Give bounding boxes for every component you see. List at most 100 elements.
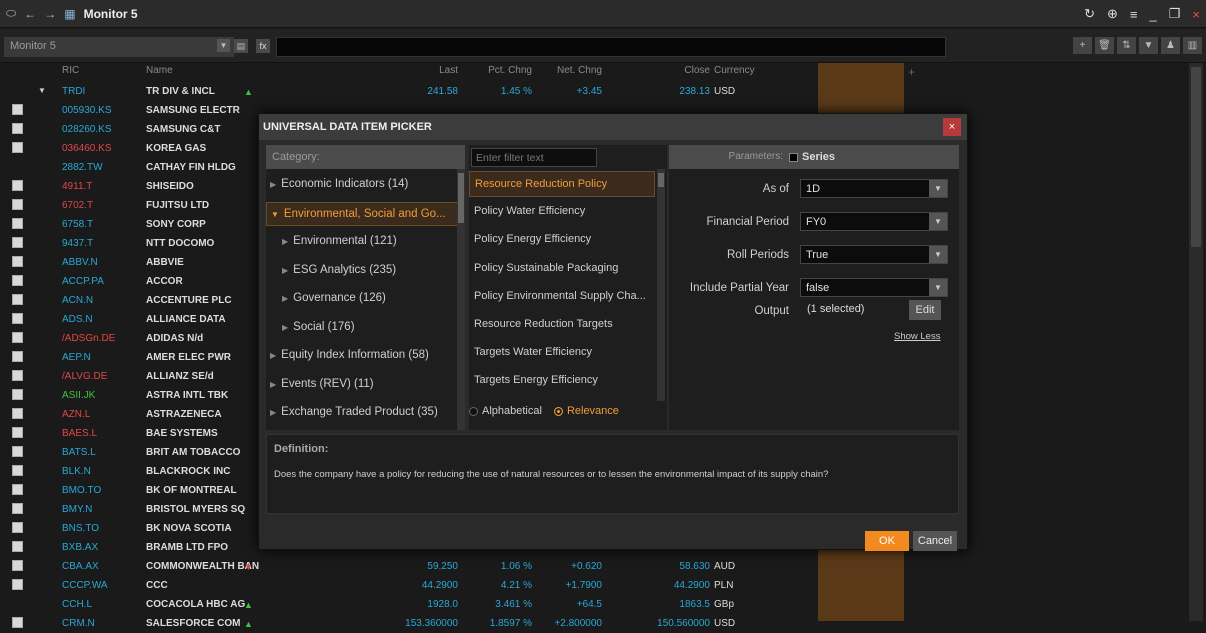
data-item[interactable]: Targets Energy Efficiency [469,368,655,394]
fx-icon[interactable]: fx [256,39,270,53]
table-row[interactable]: CBA.AX COMMONWEALTH BAN ▼ 59.250 1.06 % +0.62… [0,557,960,576]
header-name[interactable]: Name [146,65,173,76]
caret-down-icon[interactable]: ▼ [271,210,279,219]
ric-cell[interactable]: 6758.T [62,219,93,230]
caret-right-icon[interactable]: ▶ [282,237,288,246]
series-checkbox[interactable] [789,153,798,162]
vertical-scrollbar[interactable] [1189,63,1203,621]
category-item[interactable]: ▶ Events (REV) (11) [266,373,458,397]
caret-right-icon[interactable]: ▶ [282,266,288,275]
ric-cell[interactable]: BNS.TO [62,523,99,534]
table-row[interactable]: CCCP.WA CCC 44.2900 4.21 % +1.7900 44.2900 PLN [0,576,960,595]
ric-cell[interactable]: BATS.L [62,447,96,458]
back-arrow-icon[interactable]: ← [24,7,36,21]
restore-icon[interactable]: ❐ [1169,6,1181,22]
data-item[interactable]: Policy Environmental Supply Cha... [469,284,655,310]
ric-cell[interactable]: CRM.N [62,618,95,629]
ric-cell[interactable]: 4911.T [62,181,92,192]
chevron-down-icon[interactable]: ▼ [929,246,947,263]
ric-cell[interactable]: CCH.L [62,599,92,610]
caret-right-icon[interactable]: ▶ [270,180,276,189]
category-item[interactable]: ▶ ESG Analytics (235) [266,259,458,283]
ric-cell[interactable]: 005930.KS [62,105,112,116]
add-column-icon[interactable]: + [908,65,915,79]
filter-icon[interactable]: ▼ [1139,37,1158,54]
ric-cell[interactable]: AEP.N [62,352,91,363]
param-select[interactable]: 1D ▼ [800,179,948,198]
ric-cell[interactable]: 2882.TW [62,162,103,173]
caret-right-icon[interactable]: ▶ [270,351,276,360]
app-logo-icon[interactable]: ⬭ [6,6,16,21]
caret-right-icon[interactable]: ▶ [270,408,276,417]
ric-cell[interactable]: /ADSGn.DE [62,333,115,344]
alphabetical-label[interactable]: Alphabetical [482,405,542,417]
forward-arrow-icon[interactable]: → [44,7,56,21]
category-item[interactable]: ▶ Economic Indicators (14) [266,173,458,197]
person-icon[interactable]: ♟ [1161,37,1180,54]
data-item[interactable]: Policy Water Efficiency [469,199,655,225]
formula-input[interactable] [276,37,946,57]
item-scroll-thumb[interactable] [658,173,664,187]
caret-right-icon[interactable]: ▶ [270,380,276,389]
chevron-down-icon[interactable]: ▼ [929,213,947,230]
ric-cell[interactable]: 028260.KS [62,124,112,135]
minimize-icon[interactable]: _ [1150,7,1157,22]
header-pct-chng[interactable]: Pct. Chng [470,65,532,76]
ric-cell[interactable]: BMO.TO [62,485,101,496]
relevance-label[interactable]: Relevance [567,405,619,417]
chevron-down-icon[interactable]: ▼ [217,39,230,52]
list-view-icon[interactable]: ▤ [234,39,248,53]
show-less-link[interactable]: Show Less [894,331,940,342]
ric-cell[interactable]: ADS.N [62,314,93,325]
alphabetical-radio[interactable] [469,406,478,416]
category-scrollbar[interactable] [457,169,465,430]
ric-cell[interactable]: ACN.N [62,295,93,306]
header-close[interactable]: Close [650,65,710,76]
data-item[interactable]: Resource Reduction Policy [469,171,655,197]
category-item[interactable]: ▶ Environmental (121) [266,230,458,254]
ric-cell[interactable]: 036460.KS [62,143,112,154]
item-scrollbar[interactable] [657,169,665,401]
param-select[interactable]: false ▼ [800,278,948,297]
ric-cell[interactable]: BMY.N [62,504,92,515]
scroll-thumb[interactable] [1191,67,1201,247]
cancel-button[interactable]: Cancel [913,531,957,551]
ok-button[interactable]: OK [865,531,909,551]
ric-cell[interactable]: 6702.T [62,200,93,211]
ric-cell[interactable]: 9437.T [62,238,93,249]
ric-cell[interactable]: TRDI [62,86,85,97]
ric-cell[interactable]: AZN.L [62,409,90,420]
header-net-chng[interactable]: Net. Chng [540,65,602,76]
sort-icon[interactable]: ⇅ [1117,37,1136,54]
data-item[interactable]: Policy Energy Efficiency [469,227,655,253]
header-currency[interactable]: Currency [714,65,755,76]
columns-icon[interactable]: ▥ [1183,37,1202,54]
edit-button[interactable]: Edit [909,300,941,320]
delete-icon[interactable]: 🗑 [1095,37,1114,54]
caret-right-icon[interactable]: ▶ [282,323,288,332]
data-item[interactable]: Policy Sustainable Packaging [469,256,655,282]
ric-cell[interactable]: BLK.N [62,466,91,477]
filter-input[interactable]: Enter filter text [471,148,597,167]
refresh-icon[interactable]: ↻ [1084,6,1095,22]
category-item[interactable]: ▼ Environmental, Social and Go... [266,201,458,226]
expand-icon[interactable]: ⊕ [1107,6,1118,22]
header-last[interactable]: Last [390,65,458,76]
category-item[interactable]: ▶ Equity Index Information (58) [266,344,458,368]
menu-icon[interactable]: ≡ [1130,7,1138,22]
relevance-radio[interactable] [553,406,563,416]
ric-cell[interactable]: ABBV.N [62,257,98,268]
add-icon[interactable]: + [1073,37,1092,54]
category-scroll-thumb[interactable] [458,173,464,223]
ric-cell[interactable]: ACCP.PA [62,276,104,287]
table-row[interactable]: CCH.L COCACOLA HBC AG ▲ 1928.0 3.461 % +64.5 1… [0,595,960,614]
header-ric[interactable]: RIC [62,65,79,76]
param-select[interactable]: True ▼ [800,245,948,264]
param-select[interactable]: FY0 ▼ [800,212,948,231]
chevron-down-icon[interactable]: ▼ [929,180,947,197]
table-row[interactable]: ▼ TRDI TR DIV & INCL ▲ 241.58 1.45 % +3.45 238.… [0,82,960,101]
category-item[interactable]: ▶ Social (176) [266,316,458,340]
table-row[interactable]: CRM.N SALESFORCE COM ▲ 153.360000 1.8597 % +2… [0,614,960,633]
ric-cell[interactable]: /ALVG.DE [62,371,107,382]
caret-right-icon[interactable]: ▶ [282,294,288,303]
